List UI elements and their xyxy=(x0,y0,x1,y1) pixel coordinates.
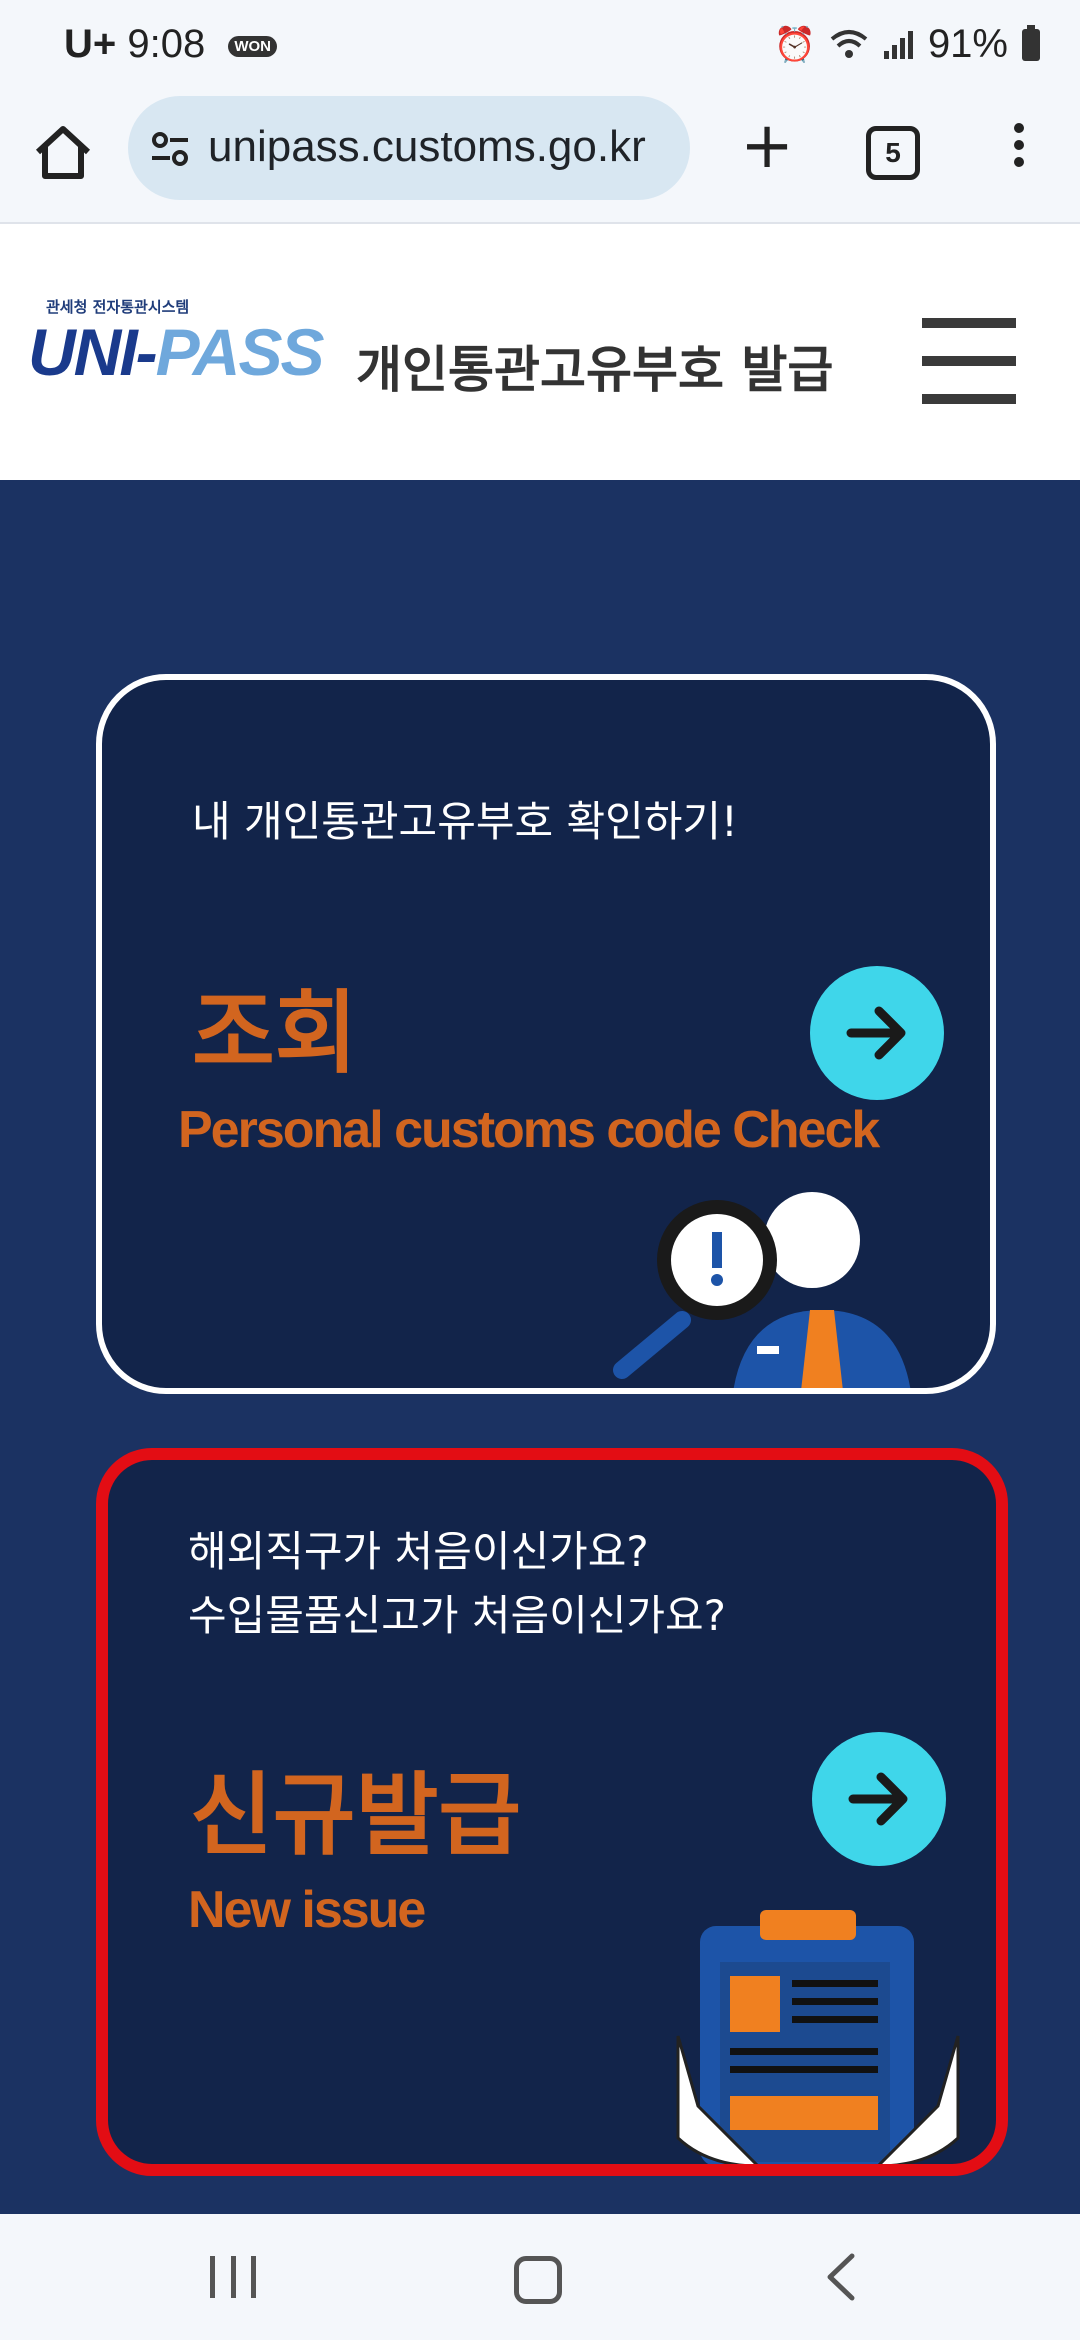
new-issue-subtitle: 해외직구가 처음이신가요? 수입물품신고가 처음이신가요? xyxy=(188,1520,726,1648)
main-content: 내 개인통관고유부호 확인하기! 조회 Personal customs cod… xyxy=(0,480,1080,2214)
url-text[interactable]: unipass.customs.go.kr xyxy=(208,122,646,172)
arrow-right-icon xyxy=(848,1772,908,1826)
unipass-logo[interactable]: 관세청 전자통관시스템 UNI-PASS xyxy=(28,296,348,436)
new-issue-subtitle-line-2: 수입물품신고가 처음이신가요? xyxy=(188,1591,726,1640)
page-title: 개인통관고유부호 발급 xyxy=(356,341,834,399)
lookup-arrow-button[interactable] xyxy=(810,966,944,1100)
system-nav-bar xyxy=(0,2214,1080,2340)
site-header: 관세청 전자통관시스템 UNI-PASS 개인통관고유부호 발급 xyxy=(0,224,1080,480)
home-nav-icon[interactable] xyxy=(514,2256,562,2304)
won-badge-icon: WON xyxy=(228,35,278,57)
wifi-icon xyxy=(830,29,868,58)
lookup-card[interactable]: 내 개인통관고유부호 확인하기! 조회 Personal customs cod… xyxy=(96,674,996,1394)
new-tab-icon[interactable]: + xyxy=(735,114,799,178)
battery-percent: 91% xyxy=(927,22,1008,66)
logo-wordmark: UNI-PASS xyxy=(28,314,325,390)
address-bar[interactable]: unipass.customs.go.kr xyxy=(128,96,690,200)
battery-icon xyxy=(1022,24,1040,61)
logo-wordmark-a: UNI- xyxy=(28,315,158,389)
carrier-label: U+ xyxy=(64,22,117,66)
back-icon[interactable] xyxy=(822,2252,862,2302)
new-issue-arrow-button[interactable] xyxy=(812,1732,946,1866)
new-issue-english-title: New issue xyxy=(188,1881,426,1939)
hamburger-menu-icon[interactable] xyxy=(922,318,1016,404)
site-settings-icon[interactable] xyxy=(150,128,190,168)
lookup-subtitle: 내 개인통관고유부호 확인하기! xyxy=(192,797,738,846)
clock: 9:08 xyxy=(127,22,206,66)
magnifier-person-illustration xyxy=(613,1192,911,1388)
alarm-icon: ⏰ xyxy=(773,25,816,64)
lookup-english-title: Personal customs code Check xyxy=(178,1101,880,1159)
clipboard-document-illustration xyxy=(676,1910,960,2164)
status-bar: U+ 9:08 WON ⏰ 91% xyxy=(0,0,1080,96)
lookup-title: 조회 xyxy=(192,981,358,1086)
logo-wordmark-b: PASS xyxy=(155,315,325,389)
arrow-right-icon xyxy=(846,1006,906,1060)
browser-toolbar: unipass.customs.go.kr + 5 xyxy=(0,96,1080,224)
home-icon[interactable] xyxy=(30,120,96,186)
tab-switcher-button[interactable]: 5 xyxy=(866,126,920,180)
status-left: U+ 9:08 WON xyxy=(64,22,278,67)
status-right: ⏰ 91% xyxy=(774,22,1040,67)
new-issue-card[interactable]: 해외직구가 처음이신가요? 수입물품신고가 처음이신가요? 신규발급 New i… xyxy=(96,1448,1008,2176)
signal-icon xyxy=(883,30,913,59)
new-issue-subtitle-line-1: 해외직구가 처음이신가요? xyxy=(188,1527,649,1576)
overflow-menu-icon[interactable] xyxy=(1004,116,1034,186)
new-issue-title: 신규발급 xyxy=(190,1763,522,1868)
recent-apps-icon[interactable] xyxy=(210,2256,256,2298)
